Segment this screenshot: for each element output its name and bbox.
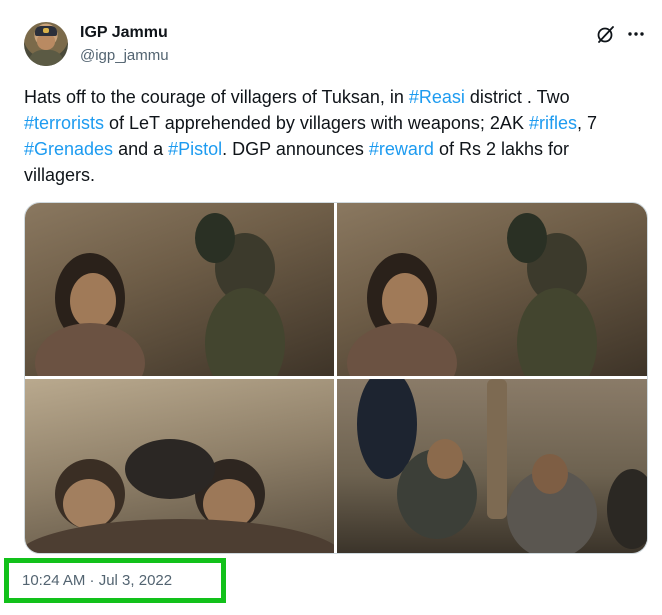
avatar[interactable]	[24, 22, 68, 66]
tweet-text-segment: and a	[113, 139, 169, 159]
hashtag-link[interactable]: #Grenades	[24, 139, 113, 159]
timestamp-highlight	[4, 558, 226, 603]
display-name[interactable]: IGP Jammu	[80, 24, 168, 42]
photo-3[interactable]	[25, 379, 334, 553]
tweet-text-segment: , 7	[576, 113, 597, 133]
photo-1[interactable]	[25, 203, 334, 376]
user-handle[interactable]: @igp_jammu	[80, 47, 169, 64]
hashtag-link[interactable]: #reward	[369, 139, 434, 159]
tweet-card: IGP Jammu @igp_jammu Hats off to the cou…	[0, 0, 662, 615]
tweet-text-segment: of LeT apprehended by villagers with wea…	[104, 113, 529, 133]
hashtag-link[interactable]: #Reasi	[409, 87, 465, 107]
tweet-text: Hats off to the courage of villagers of …	[24, 84, 624, 188]
tweet-text-segment: . DGP announces	[222, 139, 369, 159]
photo-4[interactable]	[337, 379, 647, 553]
tweet-text-segment: Hats off to the courage of villagers of …	[24, 87, 409, 107]
tweet-text-segment: district . Two	[464, 87, 570, 107]
photo-2[interactable]	[337, 203, 647, 376]
hashtag-link[interactable]: #rifles	[529, 113, 577, 133]
hashtag-link[interactable]: #Pistol	[168, 139, 222, 159]
media-grid	[24, 202, 648, 554]
grok-icon[interactable]	[596, 24, 616, 44]
hashtag-link[interactable]: #terrorists	[24, 113, 104, 133]
more-icon[interactable]	[626, 24, 646, 44]
